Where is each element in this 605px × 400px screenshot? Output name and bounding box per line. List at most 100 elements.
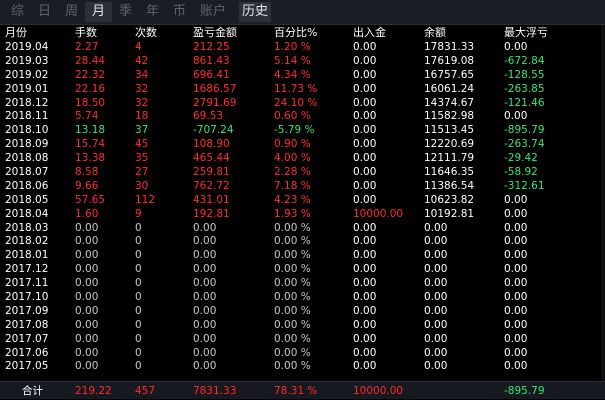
cell-month: 2017.08	[5, 318, 49, 331]
table-row[interactable]: 2017.11 0.00 0 0.00 0.00 % 0.00 0.00 0.00	[0, 277, 605, 291]
tab-quarter[interactable]: 季	[112, 2, 139, 22]
cell-max-drawdown: 0.00	[504, 346, 528, 359]
cell-count: 0	[135, 221, 142, 234]
cell-percent: -5.79 %	[274, 124, 315, 137]
cell-count: 0	[135, 318, 142, 331]
cell-balance: 16757.65	[424, 68, 475, 81]
cell-percent: 0.00 %	[274, 263, 311, 276]
table-row[interactable]: 2017.05 0.00 0 0.00 0.00 % 0.00 0.00 0.00	[0, 360, 605, 374]
cell-balance: 0.00	[424, 304, 448, 317]
cell-month: 2019.01	[5, 82, 49, 95]
tab-day[interactable]: 日	[31, 2, 58, 22]
cell-balance: 11513.45	[424, 124, 475, 137]
header-lots[interactable]: 手数	[75, 26, 135, 40]
header-percent[interactable]: 百分比%	[274, 26, 353, 40]
table-row[interactable]: 2018.11 5.74 18 69.53 0.60 % 0.00 11582.98 0.00	[0, 110, 605, 124]
cell-month: 2017.09	[5, 304, 49, 317]
table-row[interactable]: 2018.08 13.38 35 465.44 4.00 % 0.00 12111.79 -2…	[0, 152, 605, 166]
header-pnl[interactable]: 盈亏金额	[193, 26, 274, 40]
table-row[interactable]: 2018.01 0.00 0 0.00 0.00 % 0.00 0.00 0.00	[0, 249, 605, 263]
cell-count: 0	[135, 332, 142, 345]
cell-balance: 12220.69	[424, 138, 475, 151]
table-row[interactable]: 2017.12 0.00 0 0.00 0.00 % 0.00 0.00 0.00	[0, 263, 605, 277]
header-month[interactable]: 月份	[0, 26, 75, 40]
tab-year[interactable]: 年	[139, 2, 166, 22]
cell-flow: 0.00	[353, 332, 377, 345]
cell-lots: 0.00	[75, 263, 99, 276]
header-count[interactable]: 次数	[135, 26, 193, 40]
table-row[interactable]: 2017.07 0.00 0 0.00 0.00 % 0.00 0.00 0.00	[0, 333, 605, 347]
header-flow[interactable]: 出入金	[353, 26, 424, 40]
cell-month: 2018.09	[5, 138, 49, 151]
table-row[interactable]: 2017.09 0.00 0 0.00 0.00 % 0.00 0.00 0.00	[0, 305, 605, 319]
cell-pnl: 0.00	[193, 360, 217, 373]
cell-lots: 5.74	[75, 110, 99, 123]
cell-lots: 0.00	[75, 346, 99, 359]
cell-percent: 0.90 %	[274, 138, 311, 151]
table-row[interactable]: 2018.02 0.00 0 0.00 0.00 % 0.00 0.00 0.00	[0, 235, 605, 249]
tab-history[interactable]: 历史	[239, 2, 271, 22]
cell-max-drawdown: 0.00	[504, 249, 528, 262]
table-row[interactable]: 2017.06 0.00 0 0.00 0.00 % 0.00 0.00 0.00	[0, 347, 605, 361]
table-row[interactable]: 2017.10 0.00 0 0.00 0.00 % 0.00 0.00 0.00	[0, 291, 605, 305]
table-row[interactable]: 2019.04 2.27 4 212.25 1.20 % 0.00 17831.33 0.00	[0, 41, 605, 55]
cell-count: 9	[135, 207, 142, 220]
table-row[interactable]: 2018.03 0.00 0 0.00 0.00 % 0.00 0.00 0.00	[0, 222, 605, 236]
cell-pnl: 2791.69	[193, 96, 237, 109]
header-max-drawdown[interactable]: 最大浮亏	[504, 26, 605, 40]
table-row[interactable]: 2017.08 0.00 0 0.00 0.00 % 0.00 0.00 0.00	[0, 319, 605, 333]
scrollbar[interactable]	[601, 25, 605, 381]
total-lots: 219.22	[75, 384, 112, 397]
cell-lots: 0.00	[75, 332, 99, 345]
table-row[interactable]: 2018.04 1.60 9 192.81 1.93 % 10000.00 10192.81…	[0, 208, 605, 222]
cell-lots: 0.00	[75, 221, 99, 234]
table-row[interactable]: 2019.02 22.32 34 696.41 4.34 % 0.00 16757.65 -1…	[0, 69, 605, 83]
cell-max-drawdown: 0.00	[504, 360, 528, 373]
cell-flow: 0.00	[353, 68, 377, 81]
cell-max-drawdown: 0.00	[504, 193, 528, 206]
cell-count: 34	[135, 68, 149, 81]
cell-count: 32	[135, 82, 149, 95]
cell-lots: 0.00	[75, 277, 99, 290]
tab-currency[interactable]: 币	[166, 2, 193, 22]
table-row[interactable]: 2018.10 13.18 37 -707.24 -5.79 % 0.00 11513.45…	[0, 124, 605, 138]
table-row[interactable]: 2018.06 9.66 30 762.72 7.18 % 0.00 11386.54 -31…	[0, 180, 605, 194]
cell-month: 2019.02	[5, 68, 49, 81]
cell-pnl: 108.90	[193, 138, 230, 151]
cell-month: 2018.08	[5, 152, 49, 165]
header-balance[interactable]: 余额	[424, 26, 504, 40]
cell-lots: 0.00	[75, 318, 99, 331]
cell-count: 18	[135, 110, 149, 123]
cell-flow: 0.00	[353, 110, 377, 123]
cell-pnl: 0.00	[193, 249, 217, 262]
cell-pnl: -707.24	[193, 124, 234, 137]
cell-lots: 22.16	[75, 82, 106, 95]
total-max-drawdown: -895.79	[504, 384, 545, 397]
tab-overview[interactable]: 综	[4, 2, 31, 22]
table-row[interactable]: 2018.07 8.58 27 259.81 2.28 % 0.00 11646.35 -58…	[0, 166, 605, 180]
cell-count: 32	[135, 96, 149, 109]
table-row[interactable]: 2019.01 22.16 32 1686.57 11.73 % 0.00 16061.24…	[0, 83, 605, 97]
tab-account[interactable]: 账户	[193, 2, 233, 22]
table-row[interactable]: 2018.09 15.74 45 108.90 0.90 % 0.00 12220.69 -2…	[0, 138, 605, 152]
cell-flow: 0.00	[353, 166, 377, 179]
cell-pnl: 0.00	[193, 291, 217, 304]
cell-max-drawdown: -29.42	[504, 152, 538, 165]
table-row[interactable]: 2018.12 18.50 32 2791.69 24.10 % 0.00 14374.67…	[0, 97, 605, 111]
tab-week[interactable]: 周	[58, 2, 85, 22]
cell-count: 0	[135, 360, 142, 373]
cell-month: 2017.05	[5, 360, 49, 373]
cell-percent: 0.00 %	[274, 291, 311, 304]
cell-month: 2017.11	[5, 277, 49, 290]
tab-month[interactable]: 月	[85, 2, 112, 22]
cell-count: 0	[135, 304, 142, 317]
cell-pnl: 0.00	[193, 304, 217, 317]
cell-balance: 17831.33	[424, 41, 475, 53]
cell-month: 2019.03	[5, 54, 49, 67]
cell-month: 2018.10	[5, 124, 49, 137]
cell-flow: 0.00	[353, 291, 377, 304]
cell-pnl: 861.43	[193, 54, 230, 67]
cell-flow: 0.00	[353, 54, 377, 67]
table-row[interactable]: 2018.05 57.65 112 431.01 4.23 % 0.00 10623.82 0…	[0, 194, 605, 208]
table-row[interactable]: 2019.03 28.44 42 861.43 5.14 % 0.00 17619.08 -6…	[0, 55, 605, 69]
